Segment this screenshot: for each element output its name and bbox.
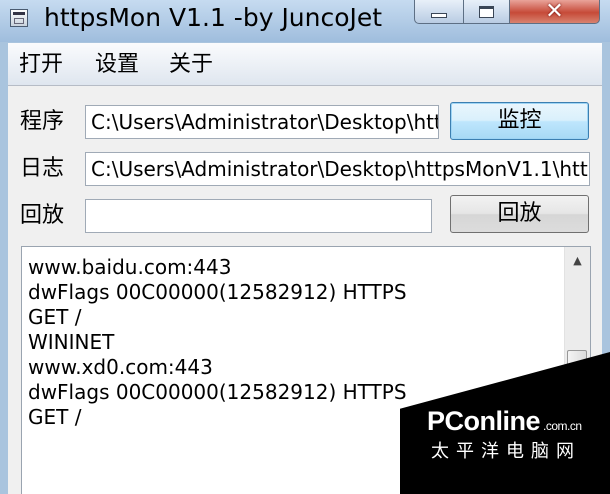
log-line: WININET [28,330,115,354]
log-path-field[interactable]: C:\Users\Administrator\Desktop\httpsMonV… [85,152,590,186]
menu-bar: 打开 设置 关于 [8,43,602,86]
scroll-up-icon[interactable]: ▲ [565,247,590,273]
watermark-logo: PConline .com.cn [427,406,582,441]
program-path-field[interactable]: C:\Users\Administrator\Desktop\http [85,105,439,139]
maximize-icon [479,5,494,18]
close-icon: ✕ [545,0,564,24]
maximize-button[interactable] [463,0,510,24]
close-button[interactable]: ✕ [509,0,600,24]
window-title: httpsMon V1.1 -by JuncoJet [44,3,383,32]
menu-open[interactable]: 打开 [19,52,63,78]
title-bar[interactable]: httpsMon V1.1 -by JuncoJet ✕ [0,0,610,42]
replay-label: 回放 [20,203,65,228]
app-icon[interactable] [10,9,28,27]
menu-settings[interactable]: 设置 [95,52,139,78]
log-line: GET / [28,405,82,429]
replay-path-field[interactable] [85,199,432,233]
log-line: dwFlags 00C00000(12582912) HTTPS [28,280,407,304]
watermark-logo-text: PConline [427,406,541,436]
monitor-button[interactable]: 监控 [450,102,589,140]
log-line: www.xd0.com:443 [28,355,213,379]
watermark-logo-suffix: .com.cn [543,419,582,433]
minimize-button[interactable] [414,0,464,24]
menu-about[interactable]: 关于 [169,52,213,78]
replay-button[interactable]: 回放 [450,195,589,233]
log-line: GET / [28,305,82,329]
program-label: 程序 [20,109,65,134]
watermark-subtitle: 太平洋电脑网 [431,441,581,462]
minimize-icon [431,12,447,18]
log-label: 日志 [20,156,65,181]
log-line: dwFlags 00C00000(12582912) HTTPS [28,380,407,404]
log-line: www.baidu.com:443 [28,255,232,279]
